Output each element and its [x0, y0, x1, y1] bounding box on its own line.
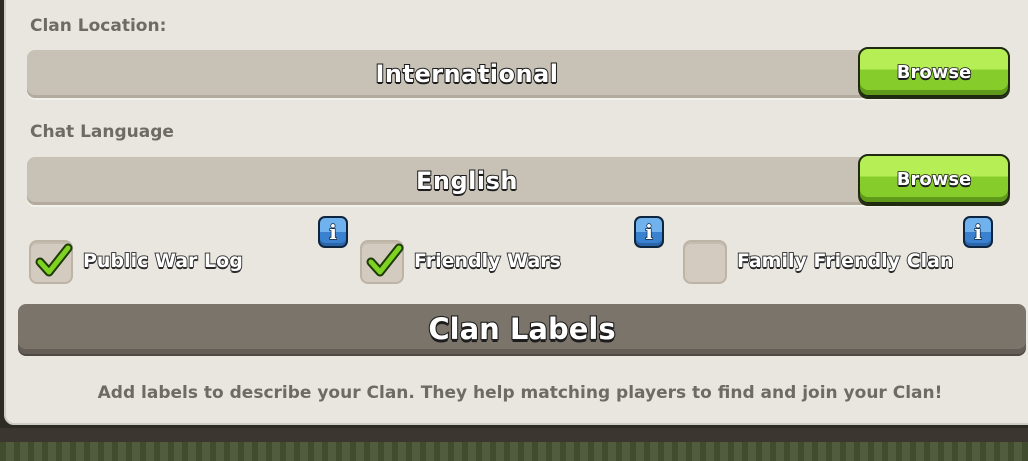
friendly-wars-info-icon[interactable]: i — [634, 216, 664, 248]
chat-language-value: English — [415, 166, 518, 196]
clan-location-label: Clan Location: — [30, 16, 167, 36]
clan-location-browse-button[interactable]: Browse — [858, 47, 1010, 97]
checkmark-icon — [35, 243, 73, 277]
clan-labels-description: Add labels to describe your Clan. They h… — [97, 383, 943, 403]
public-war-log-label: Public War Log — [82, 249, 244, 273]
chat-language-label: Chat Language — [30, 122, 174, 142]
chat-language-browse-button[interactable]: Browse — [858, 154, 1010, 204]
background-scenery — [0, 428, 1028, 461]
clan-location-field[interactable]: International — [27, 50, 907, 98]
family-friendly-clan-checkbox[interactable] — [683, 240, 727, 284]
chat-language-field[interactable]: English — [27, 157, 907, 205]
public-war-log-checkbox[interactable] — [29, 240, 73, 284]
clan-location-value: International — [374, 59, 559, 89]
friendly-wars-label: Friendly Wars — [413, 249, 562, 273]
public-war-log-info-icon[interactable]: i — [318, 216, 348, 248]
friendly-wars-checkbox[interactable] — [360, 240, 404, 284]
family-friendly-clan-info-icon[interactable]: i — [963, 216, 993, 248]
checkmark-icon — [366, 243, 404, 277]
clan-labels-header: Clan Labels — [18, 304, 1026, 354]
family-friendly-clan-label: Family Friendly Clan — [736, 249, 954, 273]
